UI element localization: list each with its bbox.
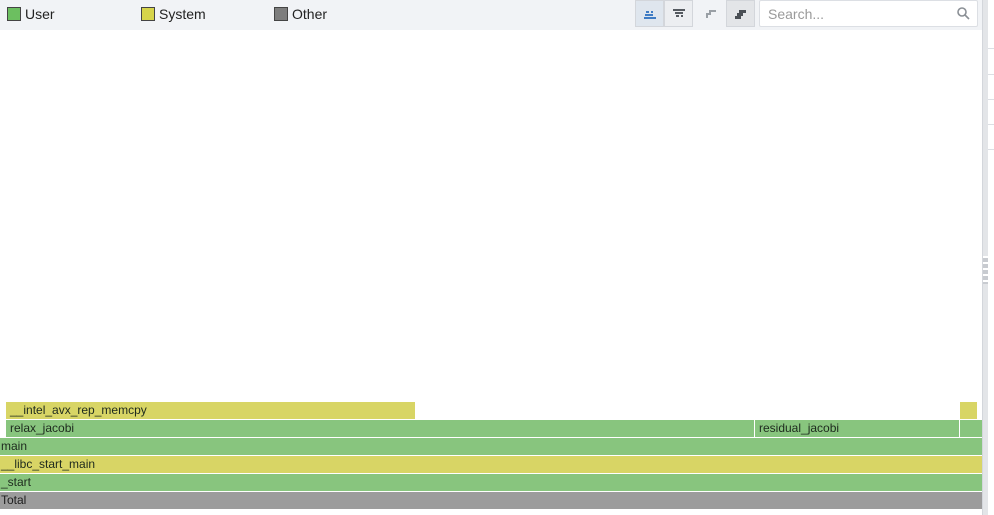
legend-system-label: System (159, 6, 206, 22)
side-divider (988, 149, 994, 150)
expand-icon (734, 9, 746, 19)
frame-relax-jacobi[interactable]: relax_jacobi (6, 420, 754, 437)
side-divider (988, 48, 994, 49)
frame-start[interactable]: _start (0, 474, 982, 491)
side-divider (988, 74, 994, 75)
frame-unnamed-system[interactable] (960, 402, 977, 419)
flame-graph: __intel_avx_rep_memcpy relax_jacobi resi… (0, 30, 982, 515)
side-divider (988, 124, 994, 125)
legend-user-label: User (25, 6, 55, 22)
frame-intel-avx-rep-memcpy[interactable]: __intel_avx_rep_memcpy (6, 402, 415, 419)
frame-total[interactable]: Total (0, 492, 982, 509)
expand-button[interactable] (726, 0, 755, 27)
collapse-button[interactable] (697, 0, 726, 27)
frame-main[interactable]: main (0, 438, 982, 455)
search-input[interactable] (760, 1, 950, 26)
toolbar: User System Other (0, 0, 982, 30)
side-divider (988, 99, 994, 100)
frame-libc-start-main[interactable]: __libc_start_main (0, 456, 982, 473)
frame-residual-jacobi[interactable]: residual_jacobi (755, 420, 959, 437)
legend-other-label: Other (292, 6, 328, 22)
flamegraph-app: User System Other Search... __intel_avx_… (0, 0, 994, 515)
frame-unnamed-user[interactable] (960, 420, 982, 437)
flame-view-button[interactable] (635, 0, 664, 27)
icicle-down-icon (672, 8, 685, 17)
legend-other-swatch (274, 7, 288, 21)
legend-system-swatch (141, 7, 155, 21)
collapse-icon (705, 9, 716, 18)
flame-up-icon (643, 10, 656, 19)
search-icon[interactable] (957, 7, 970, 20)
side-panel-edge (988, 0, 994, 515)
search-box (759, 0, 978, 27)
icicle-view-button[interactable] (664, 0, 693, 27)
legend-user-swatch (7, 7, 21, 21)
